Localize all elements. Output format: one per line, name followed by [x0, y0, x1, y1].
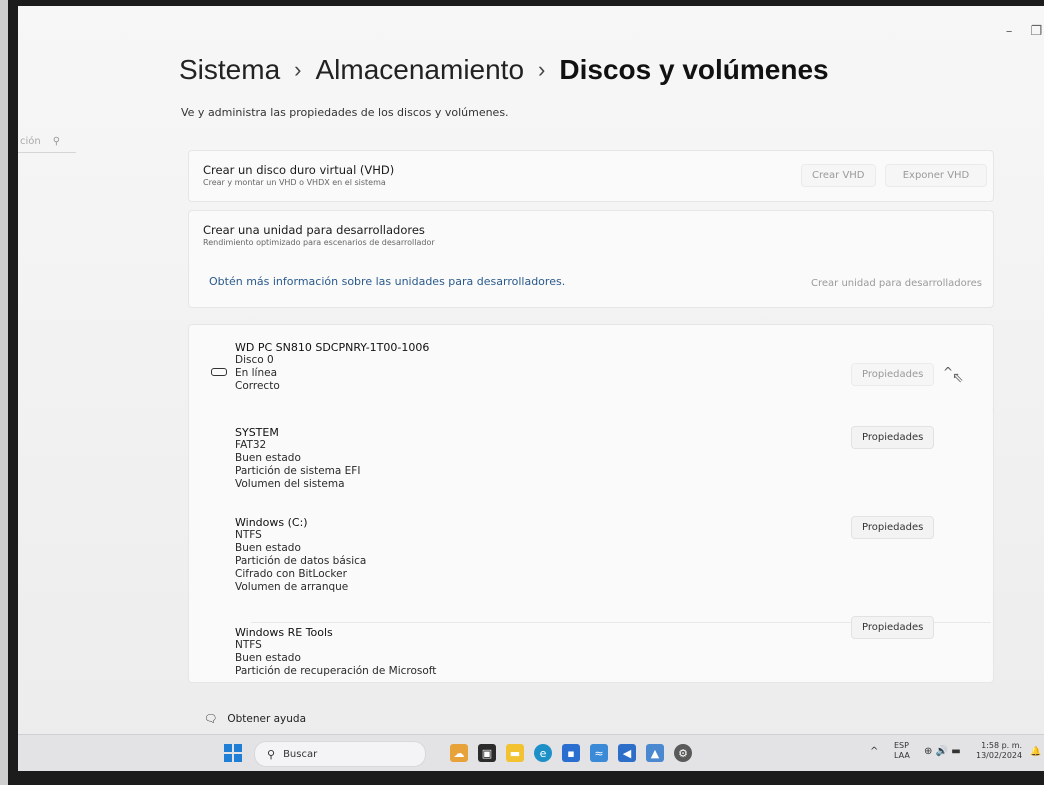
- windows-re-properties-button[interactable]: Propiedades: [851, 616, 935, 639]
- volume-name: Windows (C:): [235, 516, 308, 529]
- dev-drive-description: Rendimiento optimizado para escenarios d…: [203, 238, 435, 247]
- media-icon[interactable]: ◀: [618, 744, 636, 762]
- clock-date: 13/02/2024: [976, 751, 1023, 760]
- system-properties-button[interactable]: Propiedades: [851, 426, 935, 449]
- taskbar-search-placeholder: Buscar: [283, 748, 318, 760]
- settings-gear-icon[interactable]: ⚙: [674, 744, 692, 762]
- windows-c-properties-button[interactable]: Propiedades: [851, 516, 935, 539]
- minimize-icon[interactable]: –: [1006, 24, 1013, 39]
- task-view-icon[interactable]: ▣: [478, 744, 496, 762]
- volume-detail: Volumen de arranque: [235, 581, 349, 593]
- app-icon[interactable]: ≈: [590, 744, 608, 762]
- disk-health: Correcto: [235, 380, 280, 392]
- create-vhd-button[interactable]: Crear VHD: [801, 164, 876, 187]
- start-button[interactable]: [224, 744, 242, 762]
- volumes-panel: SYSTEM FAT32 Buen estado Partición de si…: [188, 410, 994, 683]
- search-icon: ⚲: [52, 135, 61, 147]
- breadcrumb-separator: ›: [294, 57, 302, 82]
- disk-number: Disco 0: [235, 354, 274, 366]
- volume-detail: Partición de datos básica: [235, 555, 367, 567]
- language-code: ESP: [894, 741, 909, 750]
- volume-detail: Volumen del sistema: [235, 478, 345, 490]
- disk-state: En línea: [235, 367, 278, 379]
- nav-search-input[interactable]: ción ⚲: [18, 130, 76, 153]
- tray-chevron-icon[interactable]: ^: [870, 747, 878, 757]
- window-controls: – ❐: [1006, 24, 1042, 39]
- file-explorer-icon[interactable]: ▬: [506, 744, 524, 762]
- page-title: Discos y volúmenes: [559, 54, 829, 85]
- volume-detail: Buen estado: [235, 452, 301, 464]
- vhd-title: Crear un disco duro virtual (VHD): [203, 163, 395, 177]
- photo-frame: – ❐ ción ⚲ Sistema › Almacenamiento › Di…: [8, 0, 1044, 785]
- get-help-label: Obtener ayuda: [227, 712, 307, 725]
- breadcrumb-separator: ›: [538, 57, 546, 82]
- language-indicator[interactable]: ESP LAA: [894, 741, 910, 761]
- clock[interactable]: 1:58 p. m. 13/02/2024: [976, 741, 1022, 761]
- disk-model: WD PC SN810 SDCPNRY-1T00-1006: [235, 341, 430, 354]
- taskbar: ⚲ Buscar ☁ ▣ ▬ e ▪ ≈ ◀ ▲ ⚙ ^ ESP LAA ⊕ 🔊…: [18, 734, 1044, 771]
- widgets-icon[interactable]: ☁: [450, 744, 468, 762]
- attach-vhd-button[interactable]: Exponer VHD: [885, 164, 987, 187]
- dev-drive-learn-more-link[interactable]: Obtén más información sobre las unidades…: [209, 275, 565, 288]
- volume-windows-c: Windows (C:) NTFS Buen estado Partición …: [235, 516, 366, 594]
- store-icon[interactable]: ▪: [562, 744, 580, 762]
- help-chat-icon: 🗨: [204, 713, 218, 725]
- remote-icon[interactable]: ▲: [646, 744, 664, 762]
- nav-search-placeholder: ción: [20, 135, 41, 147]
- restore-icon[interactable]: ❐: [1030, 24, 1042, 39]
- volume-detail: Buen estado: [235, 652, 301, 664]
- volume-name: Windows RE Tools: [235, 626, 333, 639]
- volume-windows-re: Windows RE Tools NTFS Buen estado Partic…: [235, 626, 436, 678]
- edge-icon[interactable]: e: [534, 744, 552, 762]
- vhd-description: Crear y montar un VHD o VHDX en el siste…: [203, 178, 386, 187]
- volume-detail: FAT32: [235, 439, 267, 451]
- settings-window: – ❐ ción ⚲ Sistema › Almacenamiento › Di…: [18, 6, 1044, 771]
- dev-drive-title: Crear una unidad para desarrolladores: [203, 223, 425, 237]
- mouse-cursor-icon: ⇖: [952, 370, 964, 386]
- volume-system: SYSTEM FAT32 Buen estado Partición de si…: [235, 426, 360, 491]
- search-icon: ⚲: [267, 747, 276, 761]
- page-subtitle: Ve y administra las propiedades de los d…: [181, 106, 509, 119]
- get-help-link[interactable]: 🗨 Obtener ayuda: [204, 712, 307, 726]
- disk-properties-button[interactable]: Propiedades: [851, 363, 935, 386]
- keyboard-layout: LAA: [894, 751, 910, 760]
- taskbar-search-input[interactable]: ⚲ Buscar: [254, 741, 426, 767]
- volume-detail: Partición de sistema EFI: [235, 465, 361, 477]
- breadcrumb: Sistema › Almacenamiento › Discos y volú…: [179, 54, 829, 86]
- volume-detail: Buen estado: [235, 542, 301, 554]
- clock-time: 1:58 p. m.: [981, 741, 1023, 750]
- vhd-card: Crear un disco duro virtual (VHD) Crear …: [188, 150, 994, 202]
- create-dev-drive-button[interactable]: Crear unidad para desarrolladores: [801, 273, 992, 294]
- notification-bell-icon[interactable]: 🔔: [1030, 747, 1041, 757]
- volume-name: SYSTEM: [235, 426, 279, 439]
- drive-icon: [211, 368, 227, 376]
- network-volume-battery-icons[interactable]: ⊕ 🔊 ▬: [924, 747, 961, 757]
- volume-detail: NTFS: [235, 639, 262, 651]
- breadcrumb-sistema[interactable]: Sistema: [179, 54, 280, 86]
- volume-detail: NTFS: [235, 529, 262, 541]
- dev-drive-card: Crear una unidad para desarrolladores Re…: [188, 210, 994, 308]
- volume-detail: Partición de recuperación de Microsoft: [235, 665, 437, 677]
- volume-detail: Cifrado con BitLocker: [235, 568, 347, 580]
- breadcrumb-almacenamiento[interactable]: Almacenamiento: [315, 54, 524, 86]
- disk-header[interactable]: WD PC SN810 SDCPNRY-1T00-1006 Disco 0 En…: [188, 324, 994, 412]
